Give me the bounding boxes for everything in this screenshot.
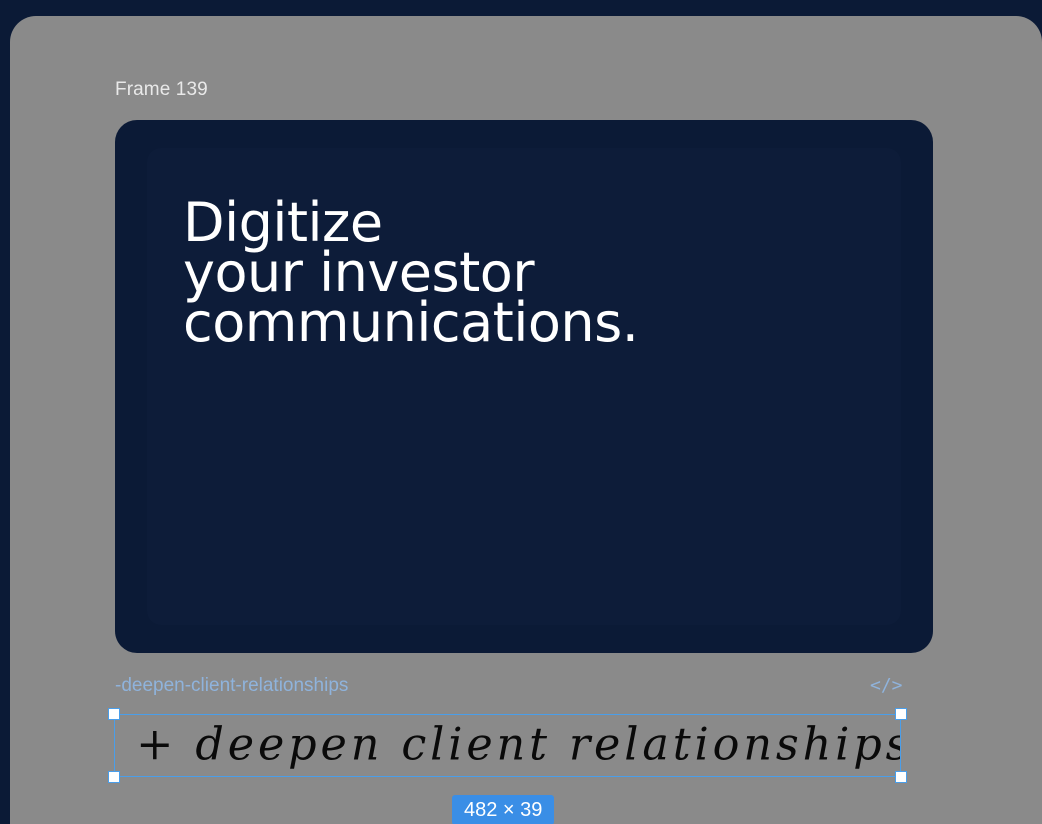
layer-name-label[interactable]: -deepen-client-relationships: [115, 675, 348, 697]
handwriting-graphic: + deepen client relationships: [136, 718, 900, 770]
frame-139[interactable]: Digitize your investor communications.: [115, 120, 933, 653]
resize-handle-bottom-left[interactable]: [108, 771, 120, 783]
design-canvas[interactable]: Frame 139 Digitize your investor communi…: [10, 16, 1042, 824]
resize-handle-bottom-right[interactable]: [895, 771, 907, 783]
headline-line-3: communications.: [183, 291, 639, 354]
resize-handle-top-left[interactable]: [108, 708, 120, 720]
dimensions-badge: 482 × 39: [452, 795, 555, 824]
handwritten-text: + deepen client relationships: [136, 718, 900, 770]
code-icon[interactable]: </>: [870, 675, 903, 696]
selected-handwriting-layer[interactable]: + deepen client relationships: [108, 708, 907, 783]
resize-handle-top-right[interactable]: [895, 708, 907, 720]
frame-label[interactable]: Frame 139: [115, 79, 208, 101]
headline[interactable]: Digitize your investor communications.: [183, 196, 639, 354]
